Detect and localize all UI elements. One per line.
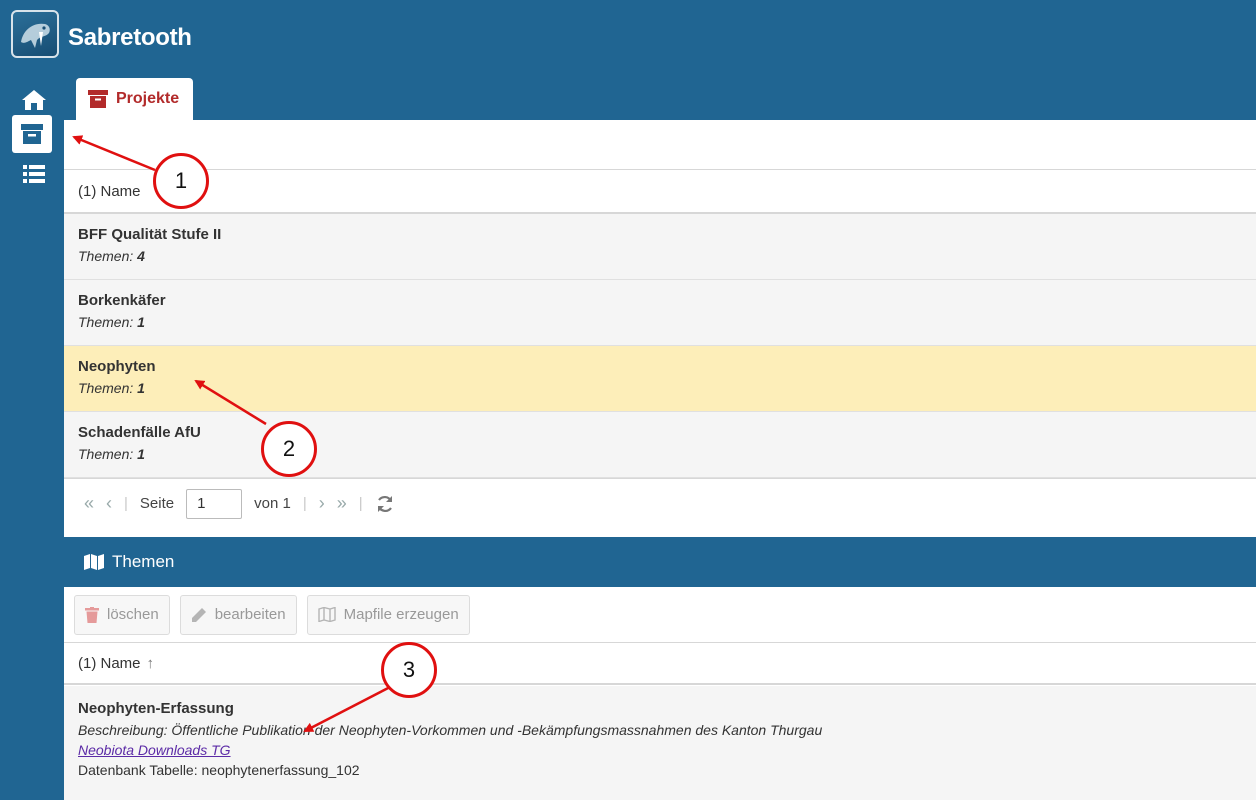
themen-row-title: Neophyten-Erfassung [78, 700, 234, 717]
tab-projekte[interactable]: Projekte [76, 78, 194, 120]
project-row-selected[interactable]: Neophyten Themen: 1 [64, 346, 1256, 412]
pager-divider: | [302, 495, 307, 512]
column-header-name: (1) Name [78, 182, 141, 200]
project-row[interactable]: Schadenfälle AfU Themen: 1 [64, 412, 1256, 478]
nav-list-button[interactable] [16, 156, 52, 192]
tab-strip: Projekte [64, 78, 1256, 120]
neobiota-downloads-link[interactable]: Neobiota Downloads TG [78, 742, 231, 758]
nav-home-button[interactable] [16, 82, 52, 118]
top-bar: Sabretooth [0, 0, 1256, 78]
project-title: BFF Qualität Stufe II [78, 226, 222, 243]
last-page-button[interactable]: » [337, 493, 347, 514]
left-nav [0, 78, 64, 800]
projects-panel: (1) Name BFF Qualität Stufe II Themen: 4… [64, 120, 1256, 528]
archive-box-icon [88, 90, 108, 108]
column-header-name: (1) Name [78, 654, 141, 672]
create-mapfile-button[interactable]: Mapfile erzeugen [306, 594, 470, 635]
themen-column-header[interactable]: (1) Name ↑ [64, 643, 1256, 685]
list-icon [23, 165, 45, 183]
map-outline-icon [317, 607, 336, 622]
themen-panel-header: Themen [64, 537, 1256, 587]
pager-divider: | [358, 495, 363, 512]
project-row[interactable]: Borkenkäfer Themen: 1 [64, 280, 1256, 346]
project-themen-count: Themen: 1 [78, 314, 145, 330]
page-number-input[interactable] [186, 488, 243, 519]
edit-button[interactable]: bearbeiten [179, 594, 297, 635]
next-page-button[interactable]: › [319, 493, 325, 514]
projects-toolbar [64, 120, 1256, 170]
project-title: Schadenfälle AfU [78, 424, 201, 441]
project-themen-count: Themen: 1 [78, 446, 145, 462]
project-title: Borkenkäfer [78, 292, 166, 309]
annotation-callout-3: 3 [381, 642, 437, 698]
app-title: Sabretooth [68, 24, 192, 51]
project-row[interactable]: BFF Qualität Stufe II Themen: 4 [64, 214, 1256, 280]
themen-toolbar: löschen bearbeiten Mapfile erzeugen [64, 587, 1256, 643]
themen-row[interactable]: Neophyten-Erfassung Beschreibung: Öffent… [64, 686, 1256, 800]
project-themen-count: Themen: 4 [78, 248, 145, 264]
first-page-button[interactable]: « [84, 493, 94, 514]
pencil-icon [191, 607, 206, 622]
sabretooth-logo-icon [11, 10, 59, 58]
themen-row-db-table: Datenbank Tabelle: neophytenerfassung_10… [78, 762, 360, 778]
pager-divider: | [124, 495, 128, 512]
annotation-callout-2: 2 [261, 421, 317, 477]
prev-page-button[interactable]: ‹ [106, 493, 112, 514]
page-label: Seite [139, 495, 175, 512]
tab-label: Projekte [116, 90, 180, 107]
trash-icon [85, 606, 99, 623]
themen-row-description: Beschreibung: Öffentliche Publikation de… [78, 722, 823, 738]
project-title: Neophyten [78, 358, 156, 375]
sort-ascending-icon: ↑ [146, 654, 155, 672]
page-of-label: von 1 [254, 495, 291, 512]
nav-projects-button[interactable] [12, 115, 52, 153]
project-themen-count: Themen: 1 [78, 380, 145, 396]
archive-box-icon [21, 124, 43, 144]
pagination-bar: « ‹ | Seite von 1 | › » | [64, 478, 1256, 528]
map-icon [84, 554, 104, 570]
delete-button[interactable]: löschen [74, 594, 170, 635]
home-icon [22, 90, 46, 110]
projects-column-header[interactable]: (1) Name [64, 170, 1256, 214]
refresh-icon[interactable] [375, 494, 395, 514]
themen-title: Themen [112, 552, 175, 571]
annotation-callout-1: 1 [153, 153, 209, 209]
